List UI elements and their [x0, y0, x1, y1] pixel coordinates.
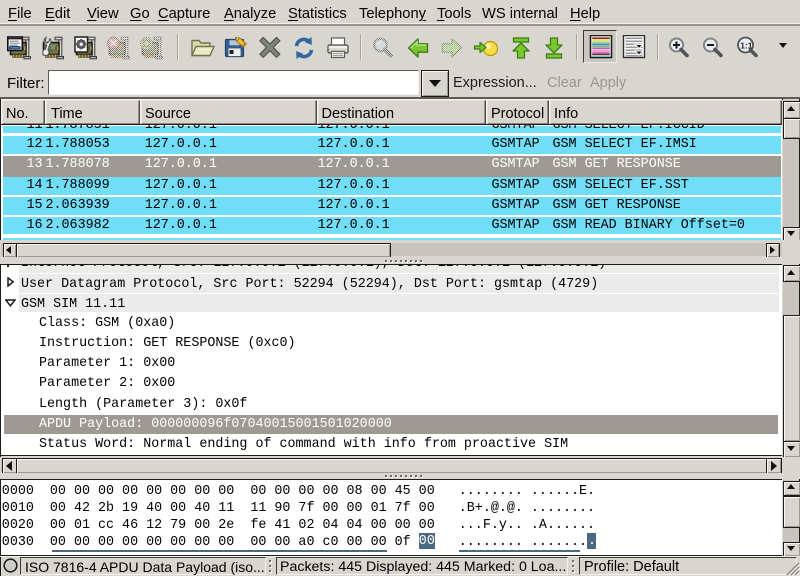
svg-text:1:1: 1:1 [740, 40, 753, 50]
